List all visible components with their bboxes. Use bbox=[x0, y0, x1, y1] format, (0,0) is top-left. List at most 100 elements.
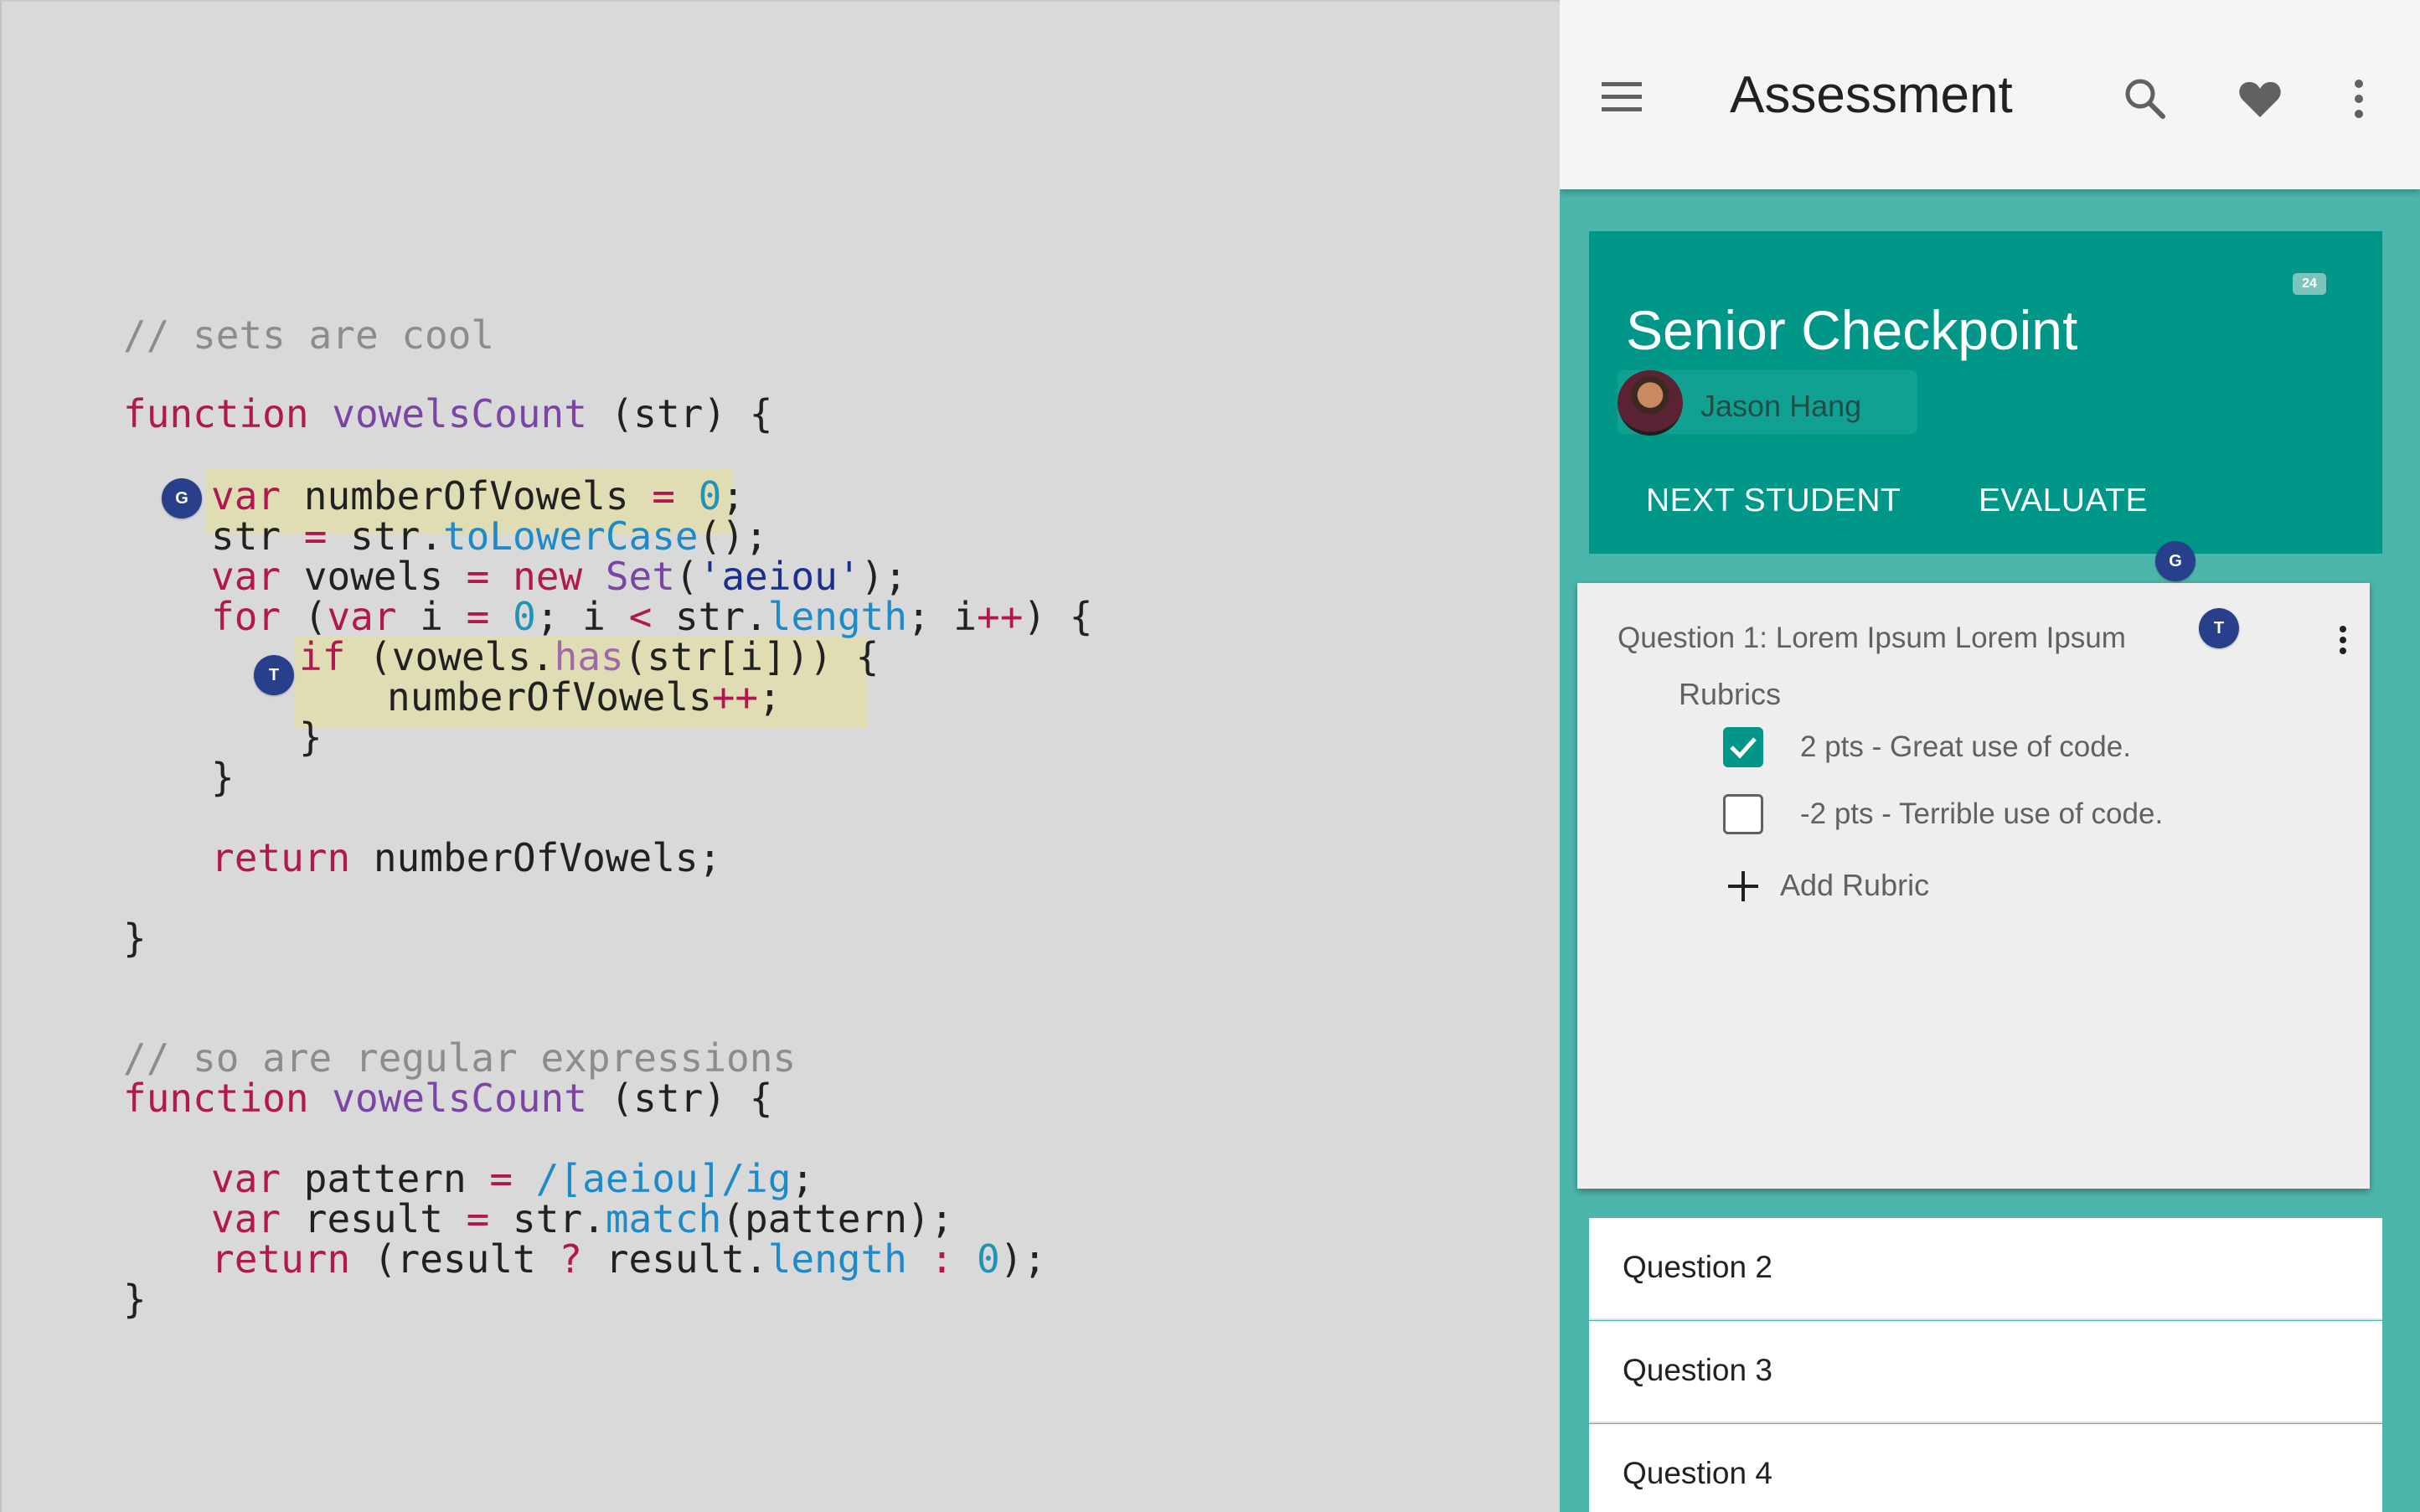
more-vert-icon[interactable] bbox=[2353, 79, 2365, 123]
code-token: (str) { bbox=[586, 1076, 773, 1121]
plus-icon bbox=[1728, 871, 1758, 901]
code-token: = bbox=[652, 473, 675, 519]
code-token: : bbox=[930, 1236, 954, 1282]
code-token: (); bbox=[698, 513, 768, 559]
code-line: if (vowels.has(str[i])) { bbox=[299, 637, 879, 677]
code-token: (str[i])) { bbox=[623, 634, 880, 679]
code-line: return numberOfVowels; bbox=[211, 838, 721, 878]
code-token: ; bbox=[721, 473, 746, 519]
assessment-header-card: 24 Senior Checkpoint Jason Hang NEXT STU… bbox=[1589, 231, 2382, 554]
question-row-label: Question 4 bbox=[1623, 1456, 1772, 1490]
question-row[interactable]: Question 2 bbox=[1589, 1218, 2382, 1320]
code-token: str. bbox=[327, 513, 443, 559]
code-line: // so are regular expressions bbox=[123, 1038, 796, 1078]
code-token: var bbox=[211, 473, 281, 519]
rubric-checkbox-unchecked[interactable] bbox=[1723, 794, 1763, 834]
code-token: return bbox=[211, 835, 351, 880]
code-token: (pattern); bbox=[721, 1196, 954, 1241]
code-line: var numberOfVowels = 0; bbox=[211, 476, 745, 516]
code-token: Set bbox=[605, 554, 675, 599]
code-token: str bbox=[211, 513, 304, 559]
code-line: function vowelsCount (str) { bbox=[123, 1078, 772, 1118]
code-token: ( bbox=[674, 554, 699, 599]
count-badge: 24 bbox=[2293, 273, 2326, 295]
question-row[interactable]: Question 4 bbox=[1589, 1424, 2382, 1512]
rubric-label: -2 pts - Terrible use of code. bbox=[1800, 797, 2164, 830]
code-token: toLowerCase bbox=[442, 513, 699, 559]
code-token: ) { bbox=[1023, 594, 1093, 639]
code-line: var pattern = /[aeiou]/ig; bbox=[211, 1159, 814, 1199]
code-line: } bbox=[123, 918, 147, 958]
code-token: result. bbox=[582, 1236, 768, 1282]
code-line: var result = str.match(pattern); bbox=[211, 1199, 953, 1239]
question-more-icon[interactable] bbox=[2338, 625, 2348, 659]
code-token: // sets are cool bbox=[123, 312, 495, 358]
question-title: Question 1: Lorem Ipsum Lorem Ipsum bbox=[1618, 622, 2126, 654]
app-toolbar: Assessment bbox=[1560, 0, 2420, 189]
code-token: vowels bbox=[281, 554, 467, 599]
heart-icon[interactable] bbox=[2238, 80, 2282, 123]
rubric-checkbox-checked[interactable] bbox=[1723, 727, 1763, 767]
code-token: 0 bbox=[513, 594, 536, 639]
code-line: for (var i = 0; i < str.length; i++) { bbox=[211, 596, 1093, 637]
code-token: for bbox=[211, 594, 281, 639]
code-token: < bbox=[628, 594, 653, 639]
question-row[interactable]: Question 3 bbox=[1589, 1321, 2382, 1423]
code-line: } bbox=[211, 757, 235, 797]
rubric-row[interactable]: -2 pts - Terrible use of code. bbox=[1723, 791, 2309, 841]
comment-badge-g[interactable]: G bbox=[162, 478, 202, 519]
question-comment-badge-t[interactable]: T bbox=[2199, 608, 2239, 648]
code-line: return (result ? result.length : 0); bbox=[211, 1239, 1046, 1279]
code-token: str. bbox=[652, 594, 768, 639]
add-rubric-button[interactable]: Add Rubric bbox=[1726, 859, 2061, 910]
code-token: vowelsCount bbox=[332, 391, 587, 436]
question-row-label: Question 3 bbox=[1623, 1353, 1772, 1387]
code-token: str. bbox=[489, 1196, 606, 1241]
code-token: new bbox=[513, 554, 583, 599]
code-token: ; i bbox=[906, 594, 978, 639]
code-token: function bbox=[123, 1076, 333, 1121]
code-token: vowelsCount bbox=[332, 1076, 587, 1121]
code-token: 'aeiou' bbox=[698, 554, 861, 599]
evaluate-button[interactable]: EVALUATE bbox=[1979, 482, 2148, 519]
code-token: var bbox=[211, 554, 281, 599]
code-token: } bbox=[123, 1277, 147, 1322]
rubric-label: 2 pts - Great use of code. bbox=[1800, 730, 2131, 763]
code-token: ; bbox=[791, 1156, 815, 1201]
check-icon bbox=[1730, 737, 1757, 759]
code-line: str = str.toLowerCase(); bbox=[211, 516, 768, 556]
code-line: function vowelsCount (str) { bbox=[123, 394, 772, 434]
code-token: length bbox=[767, 594, 907, 639]
code-token: ); bbox=[999, 1236, 1047, 1282]
next-student-button[interactable]: NEXT STUDENT bbox=[1646, 482, 1901, 519]
code-line: } bbox=[123, 1279, 147, 1319]
rubrics-label: Rubrics bbox=[1679, 677, 1782, 711]
question-row-label: Question 2 bbox=[1623, 1250, 1772, 1284]
search-icon[interactable] bbox=[2123, 77, 2167, 125]
code-token: length bbox=[767, 1236, 907, 1282]
code-token: has bbox=[554, 634, 624, 679]
code-editor-pane[interactable]: // sets are cool function vowelsCount (s… bbox=[0, 0, 1560, 1512]
menu-icon[interactable] bbox=[1602, 80, 1643, 118]
code-token: ); bbox=[860, 554, 907, 599]
rubric-row[interactable]: 2 pts - Great use of code. bbox=[1723, 724, 2309, 774]
card-comment-badge-g[interactable]: G bbox=[2155, 541, 2196, 581]
code-token: = bbox=[466, 1196, 490, 1241]
code-token: if bbox=[299, 634, 346, 679]
code-token: var bbox=[211, 1156, 281, 1201]
code-token: return bbox=[211, 1236, 351, 1282]
comment-badge-t[interactable]: T bbox=[254, 655, 294, 695]
student-name: Jason Hang bbox=[1700, 389, 1862, 423]
code-token: numberOfVowels; bbox=[350, 835, 722, 880]
student-avatar bbox=[1618, 370, 1683, 436]
code-token: function bbox=[123, 391, 333, 436]
code-token: ++ bbox=[711, 674, 759, 720]
student-chip[interactable]: Jason Hang bbox=[1618, 370, 1917, 436]
code-token: = bbox=[489, 1156, 513, 1201]
code-token: = bbox=[466, 594, 490, 639]
